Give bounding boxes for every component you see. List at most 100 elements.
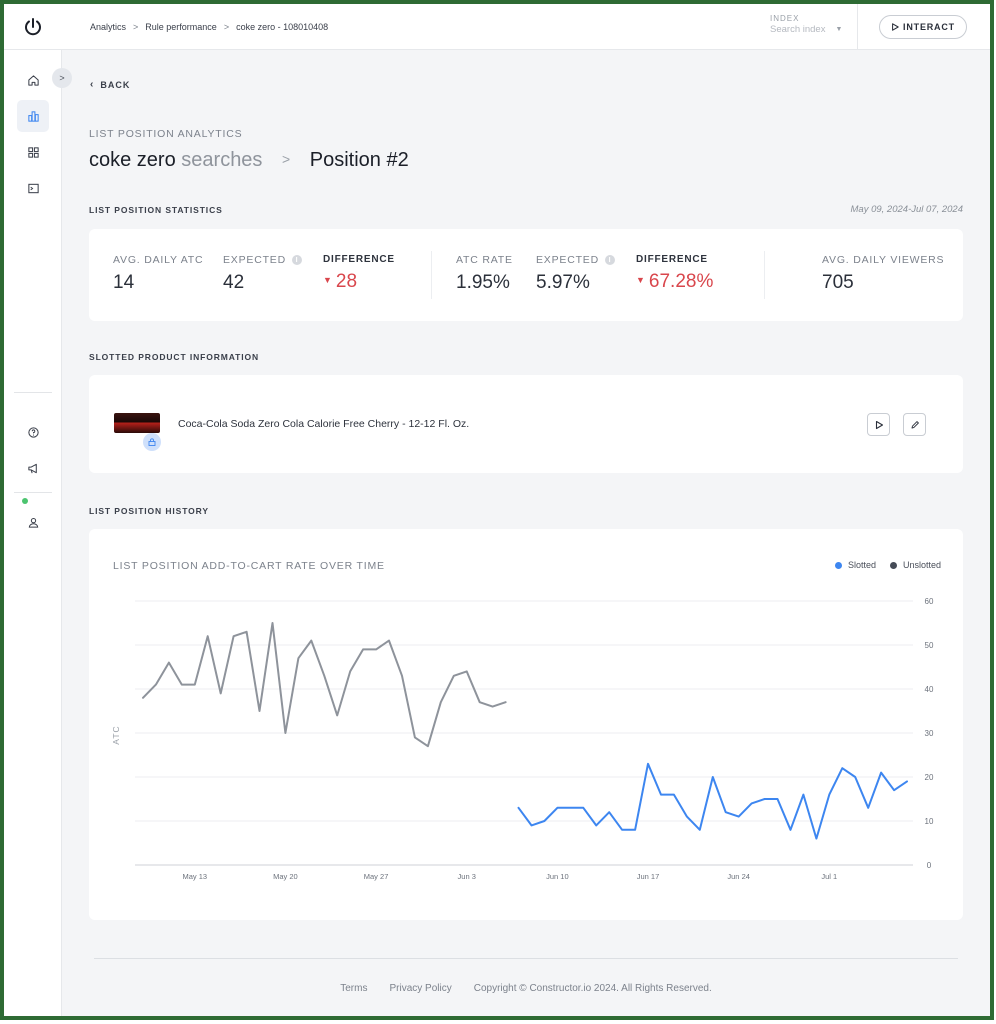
stat-value-text: 28 (335, 271, 358, 292)
grid-icon[interactable] (17, 136, 49, 168)
index-selector[interactable]: INDEX Search index ▼ (758, 4, 858, 50)
y-tick-label: 60 (925, 597, 934, 606)
stat-label: AVG. DAILY VIEWERS (822, 254, 945, 266)
title-position: Position #2 (309, 149, 409, 171)
chevron-right-icon[interactable]: > (52, 68, 72, 88)
stat-label: AVG. DAILY ATC (113, 254, 204, 266)
top-bar: Analytics > Rule performance > coke zero… (4, 4, 990, 50)
stat-atc-rate: ATC RATE 1.95% (456, 254, 513, 294)
stat-value: 5.97% (536, 272, 590, 293)
index-placeholder: Search index (770, 24, 826, 35)
index-label: INDEX (770, 14, 800, 23)
triangle-down-icon: ▼ (323, 275, 332, 285)
stat-value-text: 67.28% (648, 271, 714, 292)
index-select[interactable]: Search index ▼ (770, 24, 857, 35)
breadcrumb: Analytics > Rule performance > coke zero… (90, 4, 328, 50)
notification-dot (22, 498, 28, 504)
series-line-slotted (517, 762, 908, 840)
x-tick-label: May 27 (364, 872, 389, 881)
triangle-down-icon: ▼ (636, 275, 645, 285)
title-query: coke zero (89, 149, 176, 171)
y-tick-label: 0 (927, 861, 932, 870)
sidebar-divider (14, 492, 52, 493)
y-tick-label: 10 (925, 817, 934, 826)
history-card: LIST POSITION ADD-TO-CART RATE OVER TIME… (89, 529, 963, 920)
privacy-link[interactable]: Privacy Policy (389, 983, 451, 994)
breadcrumb-analytics[interactable]: Analytics (90, 22, 126, 32)
stat-label: EXPECTED i (223, 254, 302, 266)
y-tick-label: 40 (925, 685, 934, 694)
stat-difference-rate: DIFFERENCE ▼ 67.28% (636, 254, 713, 293)
stat-value: 14 (113, 272, 135, 293)
sidebar (4, 50, 62, 1016)
page-overline: LIST POSITION ANALYTICS (89, 128, 243, 140)
product-heading: SLOTTED PRODUCT INFORMATION (89, 352, 260, 362)
y-tick-label: 30 (925, 729, 934, 738)
stat-label: EXPECTED i (536, 254, 615, 266)
stat-expected-atc: EXPECTED i 42 (223, 254, 302, 294)
stat-avg-daily-viewers: AVG. DAILY VIEWERS 705 (822, 254, 944, 294)
stat-value: 1.95% (456, 272, 510, 293)
series-line-unslotted (142, 622, 507, 748)
stat-label-text: EXPECTED (536, 254, 599, 266)
date-range: May 09, 2024-Jul 07, 2024 (850, 204, 964, 215)
product-image (114, 413, 160, 433)
x-tick-label: Jun 17 (637, 872, 660, 881)
terminal-icon[interactable] (17, 172, 49, 204)
x-tick-label: May 13 (182, 872, 207, 881)
interact-button[interactable]: INTERACT (879, 15, 967, 39)
play-icon (875, 420, 883, 429)
pencil-icon (911, 420, 919, 428)
edit-button[interactable] (903, 413, 926, 436)
y-axis-label: ATC (111, 725, 121, 744)
stat-label: DIFFERENCE (323, 254, 395, 265)
chevron-right-icon: > (133, 22, 139, 32)
stat-expected-rate: EXPECTED i 5.97% (536, 254, 615, 294)
x-tick-label: May 20 (273, 872, 298, 881)
atc-line-chart: 0 10 20 30 40 50 60 ATC May 13 May 20 May 27 Jun 3 J… (111, 597, 934, 881)
home-icon[interactable] (17, 64, 49, 96)
footer-links: Terms Privacy Policy Copyright © Constru… (94, 983, 958, 994)
play-icon (892, 23, 899, 31)
stat-value: ▼ 67.28% (636, 271, 713, 293)
product-card: Coca-Cola Soda Zero Cola Calorie Free Ch… (89, 375, 963, 473)
main-content: ‹ BACK LIST POSITION ANALYTICS coke zero… (62, 50, 990, 1016)
info-icon[interactable]: i (605, 255, 615, 265)
footer: Terms Privacy Policy Copyright © Constru… (94, 958, 958, 994)
stats-heading: LIST POSITION STATISTICS (89, 205, 223, 215)
breadcrumb-rule-performance[interactable]: Rule performance (145, 22, 217, 32)
stat-avg-daily-atc: AVG. DAILY ATC 14 (113, 254, 203, 294)
chevron-right-icon: > (223, 22, 230, 32)
chevron-right-icon: > (282, 151, 291, 167)
power-logo-icon[interactable] (4, 4, 62, 50)
stat-divider (431, 251, 432, 299)
page-title: coke zero searches > Position #2 (89, 149, 409, 172)
stat-value: ▼ 28 (323, 271, 395, 293)
stat-label-text: EXPECTED (223, 254, 286, 266)
y-tick-label: 50 (925, 641, 934, 650)
analytics-icon[interactable] (17, 100, 49, 132)
x-tick-label: Jun 24 (727, 872, 750, 881)
x-tick-label: Jun 3 (458, 872, 476, 881)
back-label: BACK (100, 79, 131, 90)
play-button[interactable] (867, 413, 890, 436)
stat-divider (764, 251, 765, 299)
stat-value: 705 (822, 272, 854, 293)
x-tick-label: Jun 10 (546, 872, 569, 881)
app-window: Analytics > Rule performance > coke zero… (0, 0, 994, 1020)
back-button[interactable]: ‹ BACK (90, 79, 130, 90)
history-heading: LIST POSITION HISTORY (89, 506, 209, 516)
product-name: Coca-Cola Soda Zero Cola Calorie Free Ch… (178, 418, 470, 430)
megaphone-icon[interactable] (17, 452, 49, 484)
stat-value: 42 (223, 272, 245, 293)
stat-label: DIFFERENCE (636, 254, 708, 265)
y-tick-label: 20 (925, 773, 934, 782)
title-suffix: searches (181, 149, 263, 171)
help-icon[interactable] (17, 416, 49, 448)
info-icon[interactable]: i (292, 255, 302, 265)
breadcrumb-current: coke zero - 108010408 (236, 22, 329, 32)
chevron-left-icon: ‹ (90, 79, 95, 90)
terms-link[interactable]: Terms (340, 983, 367, 994)
user-icon[interactable] (17, 506, 49, 538)
x-tick-label: Jul 1 (821, 872, 837, 881)
